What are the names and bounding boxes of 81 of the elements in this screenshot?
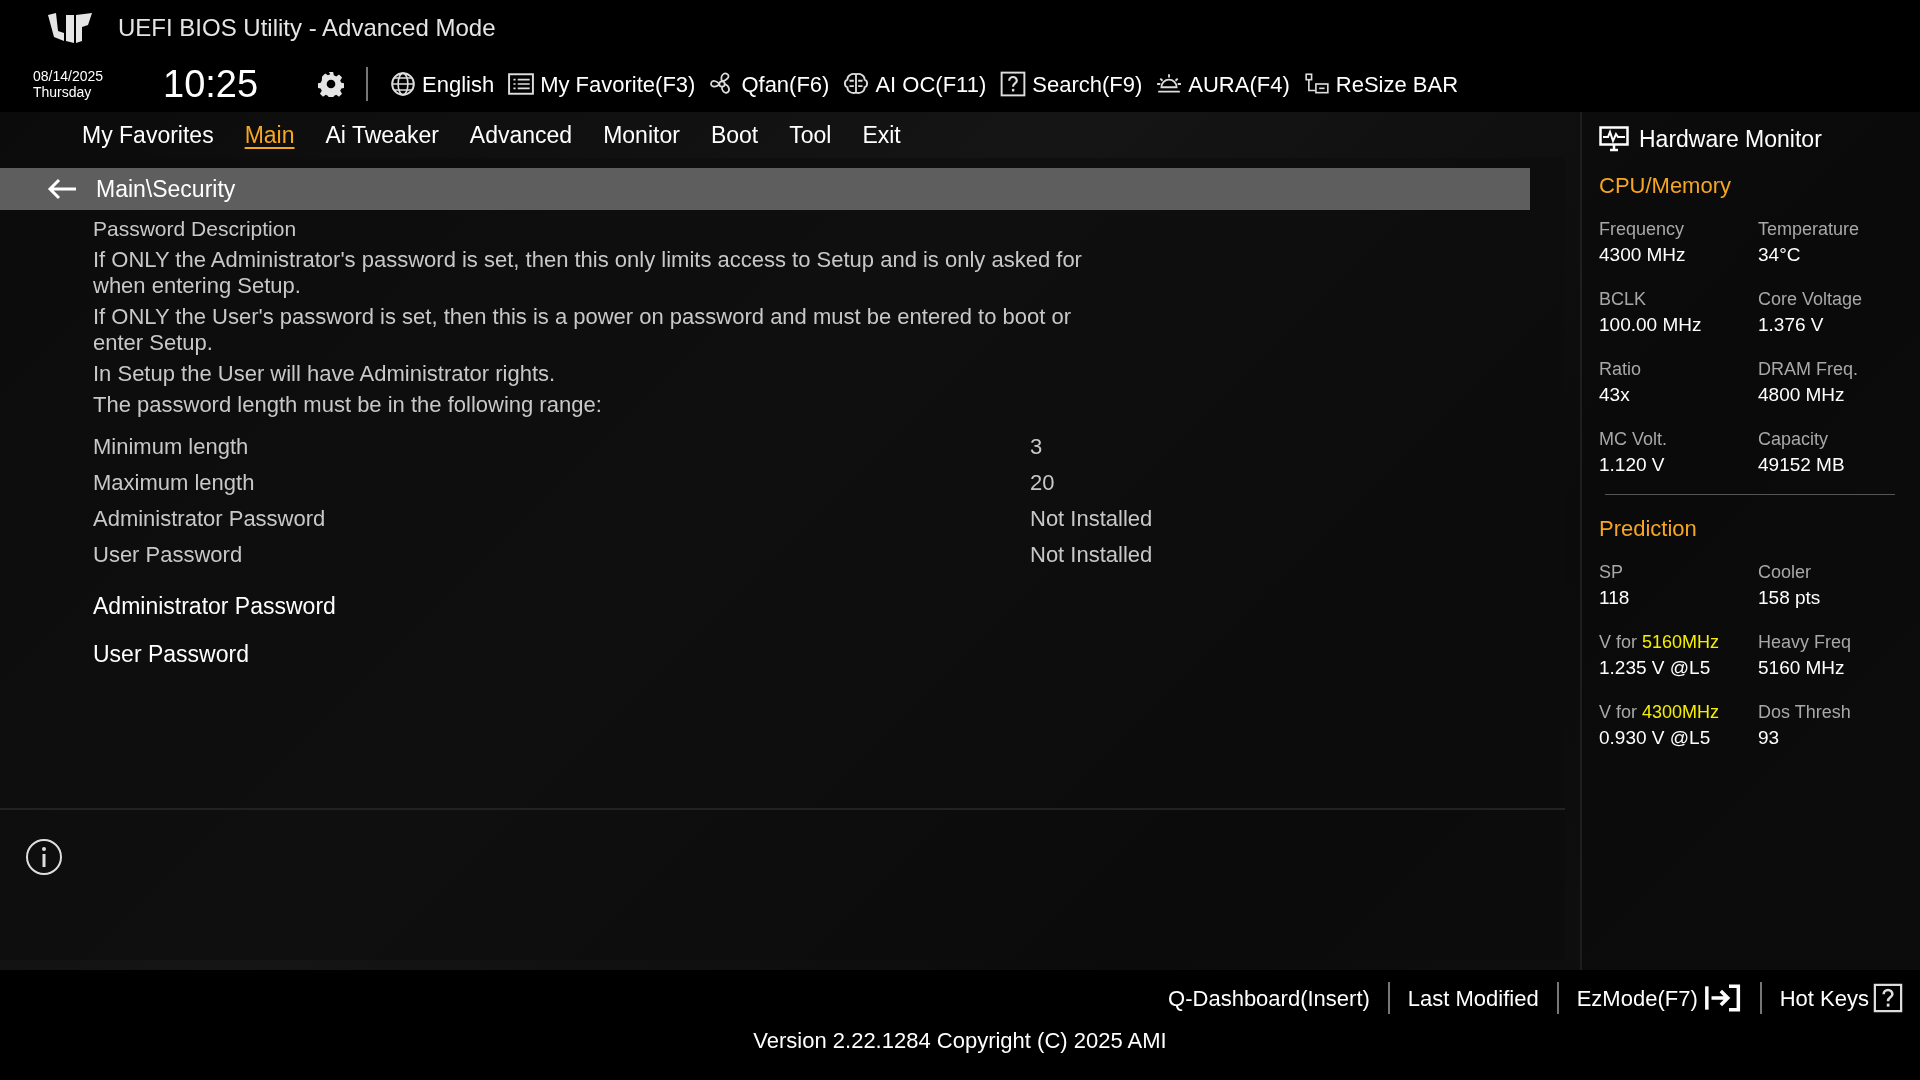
toolbar-button[interactable]: English	[390, 67, 495, 101]
settings-icon[interactable]	[318, 71, 344, 97]
description-text: If ONLY the Administrator's password is set, then this only limits access to Setup and is only asked for when entering Setup.	[93, 247, 1083, 299]
globe-icon	[390, 71, 416, 97]
menu-tab[interactable]: Ai Tweaker	[325, 117, 439, 153]
info-icon	[25, 838, 63, 876]
menu-tab[interactable]: Monitor	[603, 117, 680, 153]
footer-button[interactable]: Last Modified	[1407, 981, 1539, 1015]
metric-label: Dos Thresh	[1758, 701, 1852, 724]
setting-label: Minimum length	[93, 432, 250, 461]
menu-item[interactable]: User Password	[93, 636, 249, 672]
description-text: The password length must be in the following range:	[93, 392, 603, 418]
menu-item[interactable]: Administrator Password	[93, 588, 336, 624]
brain-icon	[843, 71, 870, 97]
metric-label: DRAM Freq.	[1758, 358, 1859, 381]
setting-value: Not Installed	[1030, 504, 1153, 533]
metric-label: Heavy Freq	[1758, 631, 1853, 654]
metric-value: 1.235 V @L5	[1599, 656, 1712, 680]
menu-tab[interactable]: Main	[244, 117, 295, 153]
metric-label: MC Volt.	[1599, 428, 1669, 451]
metric-value: 34°C	[1758, 243, 1802, 267]
toolbar-button[interactable]: Search(F9)	[1000, 67, 1143, 101]
metric-label: Cooler	[1758, 561, 1813, 584]
description-text: In Setup the User will have Administrator rights.	[93, 361, 557, 387]
logo-icon	[46, 11, 94, 45]
metric-value: 49152 MB	[1758, 453, 1846, 477]
toolbar-button[interactable]: AI OC(F11)	[843, 67, 987, 101]
metric-value: 1.376 V	[1758, 313, 1825, 337]
metric-value: 5160 MHz	[1758, 656, 1846, 680]
monitor-icon	[1599, 126, 1629, 152]
menu-tab[interactable]: Tool	[789, 117, 832, 153]
metric-label: BCLK	[1599, 288, 1648, 311]
metric-label: Frequency	[1599, 218, 1686, 241]
metric-label: Capacity	[1758, 428, 1830, 451]
setting-value: 3	[1030, 432, 1043, 461]
metric-label: Core Voltage	[1758, 288, 1864, 311]
toolbar-button[interactable]: AURA(F4)	[1156, 67, 1290, 101]
setting-label: Maximum length	[93, 468, 256, 497]
window-title: UEFI BIOS Utility - Advanced Mode	[118, 13, 496, 43]
menu-tab[interactable]: Exit	[862, 117, 901, 153]
metric-value: 43x	[1599, 383, 1631, 407]
section-title: CPU/Memory	[1599, 171, 1732, 200]
section-title: Prediction	[1599, 514, 1698, 543]
setting-value: 20	[1030, 468, 1055, 497]
menu-tab[interactable]: My Favorites	[82, 117, 214, 153]
metric-value: 158 pts	[1758, 586, 1822, 610]
metric-value: 4800 MHz	[1758, 383, 1846, 407]
metric-label: SP	[1599, 561, 1624, 584]
metric-label: Temperature	[1758, 218, 1861, 241]
metric-label: V for 4300MHz	[1599, 701, 1721, 724]
setting-value: Not Installed	[1030, 540, 1153, 569]
metric-value: 118	[1599, 586, 1631, 610]
footer-button[interactable]: Hot Keys	[1779, 981, 1903, 1015]
metric-value: 93	[1758, 726, 1781, 750]
metric-label: V for 5160MHz	[1599, 631, 1721, 654]
footer-button[interactable]: EzMode(F7)	[1576, 981, 1742, 1015]
weekday-text: Thursday	[33, 84, 93, 100]
version-text: Version 2.22.1284 Copyright (C) 2025 AMI	[753, 1027, 1167, 1055]
question-mark-icon	[1000, 71, 1027, 97]
metric-label: Ratio	[1599, 358, 1643, 381]
breadcrumb-path: Main\Security	[96, 174, 236, 204]
back-arrow-icon[interactable]	[46, 177, 78, 201]
toolbar-button[interactable]: ReSize BAR	[1303, 67, 1459, 101]
footer-button[interactable]: Q-Dashboard(Insert)	[1168, 981, 1370, 1015]
description-text: If ONLY the User's password is set, then this is a power on password and must be entered to boot or enter Setup.	[93, 304, 1072, 356]
metric-value: 4300 MHz	[1599, 243, 1687, 267]
menu-tab[interactable]: Boot	[710, 117, 759, 153]
metric-value: 0.930 V @L5	[1599, 726, 1712, 750]
toolbar-button[interactable]: Qfan(F6)	[709, 67, 830, 101]
toolbar-button[interactable]: My Favorite(F3)	[508, 67, 696, 101]
list-icon	[508, 71, 535, 97]
clock-time: 10:25	[163, 61, 260, 107]
metric-value: 100.00 MHz	[1599, 313, 1703, 337]
date-text: 08/14/2025	[33, 68, 105, 84]
metric-value: 1.120 V	[1599, 453, 1666, 477]
question-mark-icon	[1873, 983, 1903, 1013]
panel-title: Hardware Monitor	[1639, 124, 1822, 154]
setting-label: User Password	[93, 540, 244, 569]
section-heading: Password Description	[93, 216, 298, 242]
setting-label: Administrator Password	[93, 504, 327, 533]
menu-tab[interactable]: Advanced	[469, 117, 573, 153]
